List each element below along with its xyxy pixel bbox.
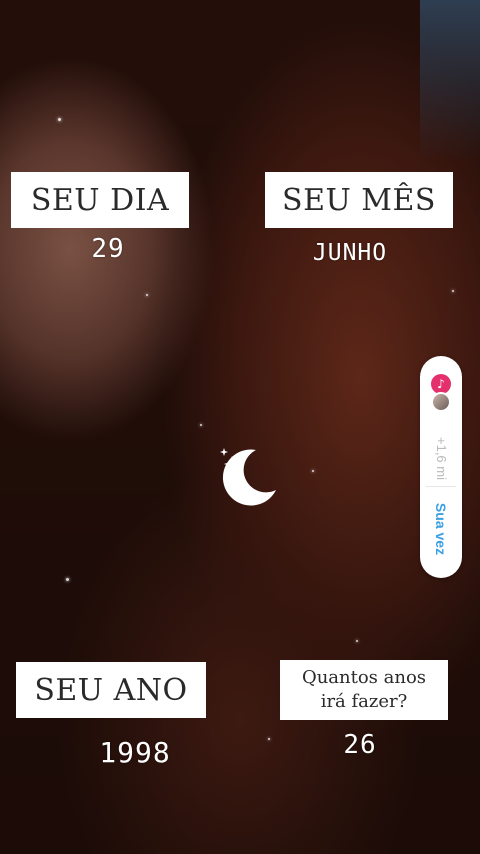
user-avatar[interactable] bbox=[431, 392, 451, 412]
age-question-box: Quantos anos irá fazer? bbox=[280, 660, 448, 720]
month-label: SEU MÊS bbox=[282, 182, 436, 218]
year-label-box: SEU ANO bbox=[16, 662, 206, 718]
background-sky bbox=[420, 0, 480, 160]
year-label: SEU ANO bbox=[34, 672, 188, 708]
sparkle bbox=[312, 470, 314, 472]
your-turn-widget[interactable]: ♪ +1,6 mi Sua vez bbox=[420, 356, 462, 578]
music-note-icon[interactable]: ♪ bbox=[431, 374, 451, 394]
day-label: SEU DIA bbox=[30, 182, 170, 218]
sparkle bbox=[452, 290, 454, 292]
year-value: 1998 bbox=[99, 736, 171, 769]
day-value: 29 bbox=[91, 234, 125, 264]
sparkle bbox=[268, 738, 270, 740]
sparkle bbox=[146, 294, 148, 296]
widget-divider bbox=[426, 486, 456, 487]
month-value: JUNHO bbox=[312, 240, 388, 266]
crescent-moon-sparkle-icon bbox=[220, 448, 276, 506]
your-turn-label: Sua vez bbox=[433, 502, 450, 556]
sparkle bbox=[200, 424, 202, 426]
distance-text: +1,6 mi bbox=[433, 436, 449, 480]
age-question-line2: irá fazer? bbox=[320, 691, 408, 712]
sparkle bbox=[58, 118, 61, 121]
background-photo bbox=[0, 0, 480, 854]
age-question-line1: Quantos anos bbox=[301, 667, 427, 688]
sparkle bbox=[356, 640, 358, 642]
sparkle bbox=[66, 578, 69, 581]
day-label-box: SEU DIA bbox=[11, 172, 189, 228]
your-turn-button[interactable]: Sua vez bbox=[420, 488, 462, 570]
age-value: 26 bbox=[343, 730, 377, 760]
month-label-box: SEU MÊS bbox=[265, 172, 453, 228]
